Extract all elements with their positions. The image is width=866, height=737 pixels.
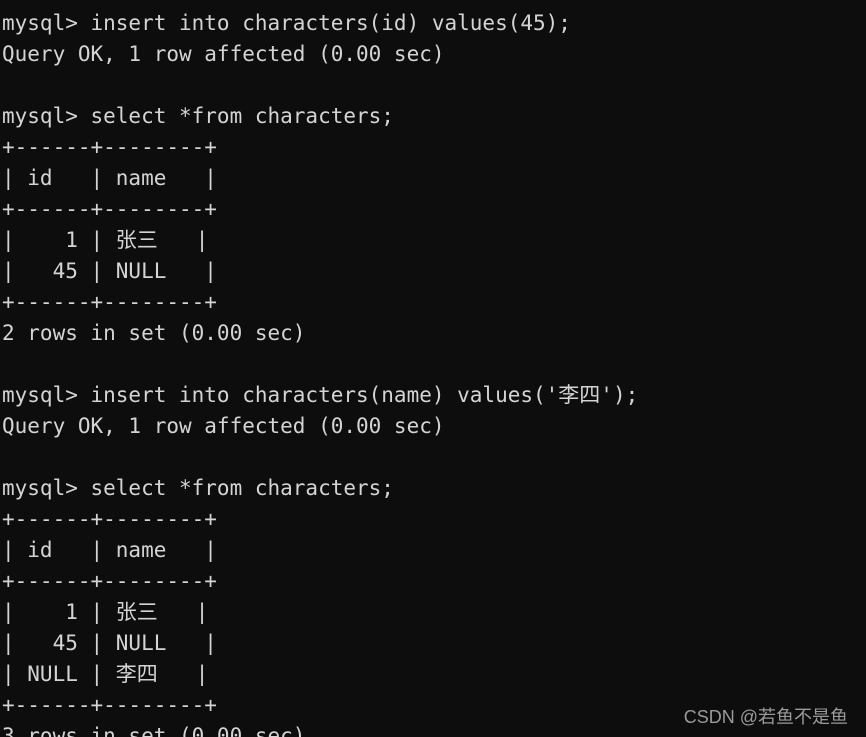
terminal-line-result-insert-name: Query OK, 1 row affected (0.00 sec): [2, 414, 445, 438]
table-row: | NULL | 李四 |: [2, 662, 209, 686]
terminal-line-result-insert-id: Query OK, 1 row affected (0.00 sec): [2, 42, 445, 66]
table-row: | 1 | 张三 |: [2, 600, 209, 624]
terminal-line-cmd-insert-name: mysql> insert into characters(name) valu…: [2, 383, 639, 407]
table-separator-top-1: +------+--------+: [2, 135, 217, 159]
terminal-line-blank-3: [0, 442, 866, 473]
terminal-window[interactable]: mysql> insert into characters(id) values…: [0, 0, 866, 737]
table-header-1: | id | name |: [2, 166, 217, 190]
terminal-line-cmd-insert-id: mysql> insert into characters(id) values…: [2, 11, 571, 35]
terminal-line-cmd-select-1: mysql> select *from characters;: [2, 104, 394, 128]
table-row: | 45 | NULL |: [2, 631, 217, 655]
table-separator-top-2: +------+--------+: [2, 507, 217, 531]
terminal-line-blank-1: [0, 70, 866, 101]
table-row: | 1 | 张三 |: [2, 228, 209, 252]
table-separator-bottom-1: +------+--------+: [2, 290, 217, 314]
watermark-label: CSDN @若鱼不是鱼: [683, 707, 848, 727]
terminal-output: mysql> insert into characters(id) values…: [0, 8, 866, 737]
table-separator-mid-2: +------+--------+: [2, 569, 217, 593]
table-row: | 45 | NULL |: [2, 259, 217, 283]
terminal-line-cmd-select-2: mysql> select *from characters;: [2, 476, 394, 500]
table-rowcount-1: 2 rows in set (0.00 sec): [2, 321, 306, 345]
table-header-2: | id | name |: [2, 538, 217, 562]
terminal-line-blank-2: [0, 349, 866, 380]
table-separator-mid-1: +------+--------+: [2, 197, 217, 221]
